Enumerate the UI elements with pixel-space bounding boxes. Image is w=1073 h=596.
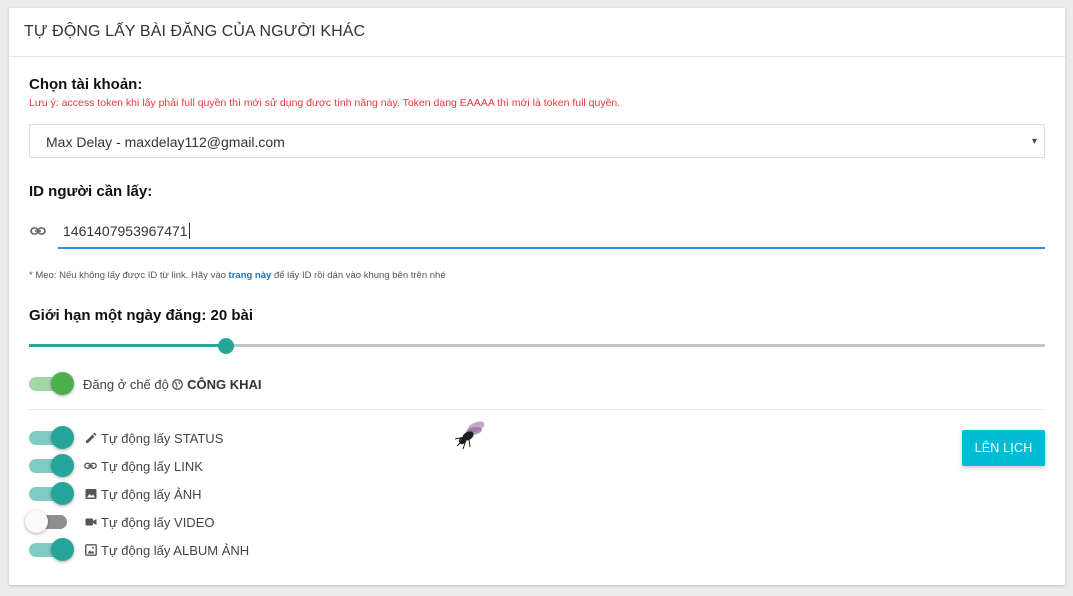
toggle-knob	[51, 454, 74, 477]
status-option-label: Tự động lấy STATUS	[101, 431, 224, 446]
link-option-label: Tự động lấy LINK	[101, 459, 203, 474]
publish-mode-toggle[interactable]	[29, 372, 75, 395]
slider-thumb[interactable]	[218, 338, 235, 354]
tip-link[interactable]: trang này	[229, 270, 272, 281]
target-id-value: 1461407953967471	[63, 223, 190, 239]
target-id-input[interactable]: 1461407953967471	[58, 216, 1045, 249]
fly-image	[452, 418, 488, 452]
page-title: TỰ ĐỘNG LẤY BÀI ĐĂNG CỦA NGƯỜI KHÁC	[24, 23, 366, 40]
toggle-knob	[51, 372, 74, 395]
card-header: TỰ ĐỘNG LẤY BÀI ĐĂNG CỦA NGƯỜI KHÁC	[9, 8, 1065, 57]
auto-fetch-card: TỰ ĐỘNG LẤY BÀI ĐĂNG CỦA NGƯỜI KHÁC Chọn…	[9, 8, 1065, 585]
video-toggle[interactable]	[25, 510, 75, 533]
slider-fill	[29, 344, 227, 347]
image-option-label: Tự động lấy ẢNH	[101, 487, 202, 502]
image-icon	[85, 488, 97, 500]
pencil-icon	[85, 432, 97, 444]
daily-limit-label: Giới hạn một ngày đăng: 20 bài	[29, 307, 254, 324]
schedule-button[interactable]: LÊN LỊCH	[962, 430, 1045, 466]
video-option-label: Tự động lấy VIDEO	[101, 515, 215, 530]
album-option-label: Tự động lấy ALBUM ẢNH	[101, 543, 250, 558]
video-icon	[85, 516, 97, 528]
album-icon	[85, 544, 97, 556]
account-select-value: Max Delay - maxdelay112@gmail.com	[46, 134, 285, 150]
album-toggle[interactable]	[29, 538, 75, 561]
tip-text: * Mẹo: Nếu không lấy được ID từ link. Hã…	[29, 270, 446, 281]
toggle-knob	[51, 482, 74, 505]
daily-limit-slider[interactable]	[29, 338, 1045, 354]
link-toggle[interactable]	[29, 454, 75, 477]
target-id-label: ID người cần lấy:	[29, 183, 153, 200]
image-toggle[interactable]	[29, 482, 75, 505]
status-toggle[interactable]	[29, 426, 75, 449]
toggle-knob	[51, 426, 74, 449]
account-select[interactable]: Max Delay - maxdelay112@gmail.com ▾	[29, 124, 1045, 158]
link-icon	[30, 224, 46, 238]
publish-mode-value: CÔNG KHAI	[187, 377, 262, 392]
globe-icon	[172, 378, 184, 393]
link-icon	[84, 460, 97, 472]
publish-mode-text: Đăng ở chế độ CÔNG KHAI	[83, 377, 262, 393]
chevron-down-icon: ▾	[1031, 136, 1037, 147]
token-note: Lưu ý: access token khi lấy phải full qu…	[29, 97, 621, 109]
divider	[29, 409, 1045, 410]
account-label: Chọn tài khoản:	[29, 76, 143, 93]
toggle-knob	[51, 538, 74, 561]
toggle-knob	[25, 510, 48, 533]
